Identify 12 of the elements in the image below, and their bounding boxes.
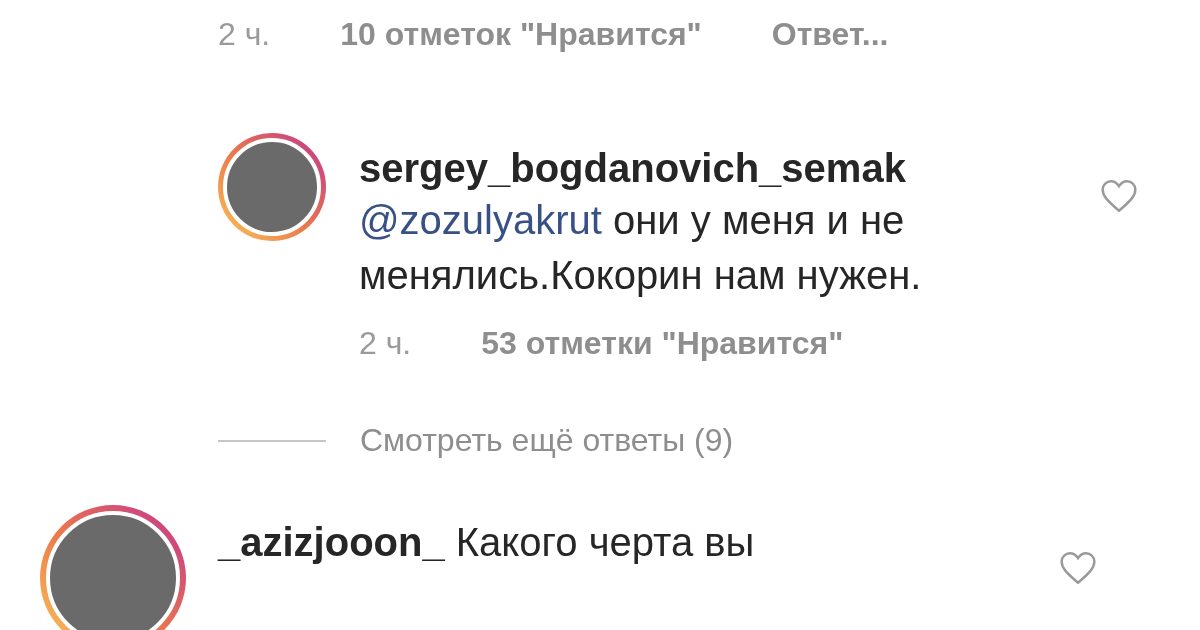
comment-text: _azizjooon_ Какого черта вы [218, 519, 756, 566]
likes-count[interactable]: 10 отметок "Нравится" [340, 16, 702, 53]
heart-icon[interactable] [1099, 178, 1139, 214]
likes-count[interactable]: 53 отметки "Нравится" [481, 325, 844, 362]
comment-time: 2 ч. [218, 16, 271, 53]
comment-time: 2 ч. [359, 325, 412, 362]
username[interactable]: sergey_bogdanovich_semak [359, 143, 1049, 193]
heart-icon[interactable] [1058, 550, 1098, 586]
comment-text: @zozulyakrut они у меня и не менялись.Кокорин нам нужен. [359, 197, 923, 299]
mention-link[interactable]: @zozulyakrut [359, 198, 602, 242]
reply-link[interactable]: Ответ... [771, 16, 889, 53]
view-more-replies-link[interactable]: Смотреть ещё ответы (9) [360, 422, 734, 459]
